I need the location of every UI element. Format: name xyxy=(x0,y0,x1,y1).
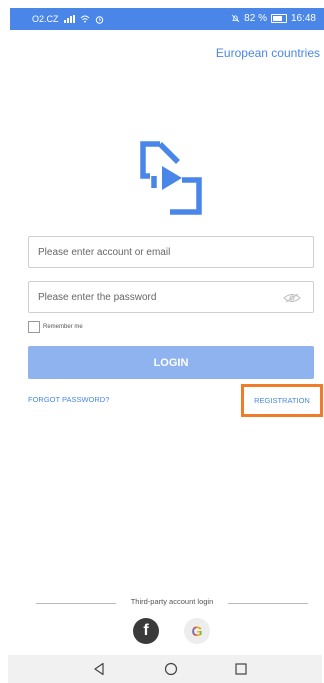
recents-icon[interactable] xyxy=(234,662,248,676)
facebook-icon[interactable]: f xyxy=(133,618,159,644)
divider-line-right xyxy=(228,603,308,604)
account-field-container xyxy=(28,236,314,268)
home-icon[interactable] xyxy=(164,662,178,676)
google-icon[interactable]: G xyxy=(184,618,210,644)
password-field-container xyxy=(28,281,314,313)
login-button[interactable]: LOGIN xyxy=(28,346,314,379)
clock: 16:48 xyxy=(290,13,316,24)
system-nav-bar xyxy=(8,655,322,683)
remember-me[interactable]: Remember me xyxy=(28,321,83,333)
password-input[interactable] xyxy=(29,282,278,312)
app-logo-icon xyxy=(140,141,202,215)
notification-off-icon xyxy=(231,14,240,23)
battery-percent: 82 % xyxy=(244,13,267,24)
third-party-label: Third-party account login xyxy=(130,597,214,606)
registration-link[interactable]: REGISTRATION xyxy=(241,384,323,417)
remember-me-checkbox[interactable] xyxy=(28,321,40,333)
status-right: 82 % 16:48 xyxy=(231,13,316,24)
status-left: O2.CZ xyxy=(32,14,104,24)
forgot-password-link[interactable]: FORGOT PASSWORD? xyxy=(28,395,109,404)
alarm-icon xyxy=(95,15,103,24)
status-bar: O2.CZ 82 % 16:48 xyxy=(10,8,324,30)
third-party-divider: Third-party account login xyxy=(36,597,308,609)
battery-icon xyxy=(270,14,287,23)
remember-me-label: Remember me xyxy=(43,324,83,330)
login-screen: O2.CZ 82 % 16:48 European countries Plea… xyxy=(0,0,324,683)
wifi-icon xyxy=(80,15,89,23)
carrier-name: O2.CZ xyxy=(32,14,59,24)
signal-icon xyxy=(63,15,75,23)
google-glyph: G xyxy=(191,623,203,639)
back-icon[interactable] xyxy=(92,662,106,676)
region-selector-link[interactable]: European countries xyxy=(216,46,320,60)
eye-icon[interactable] xyxy=(283,293,301,303)
account-input[interactable] xyxy=(29,237,278,267)
